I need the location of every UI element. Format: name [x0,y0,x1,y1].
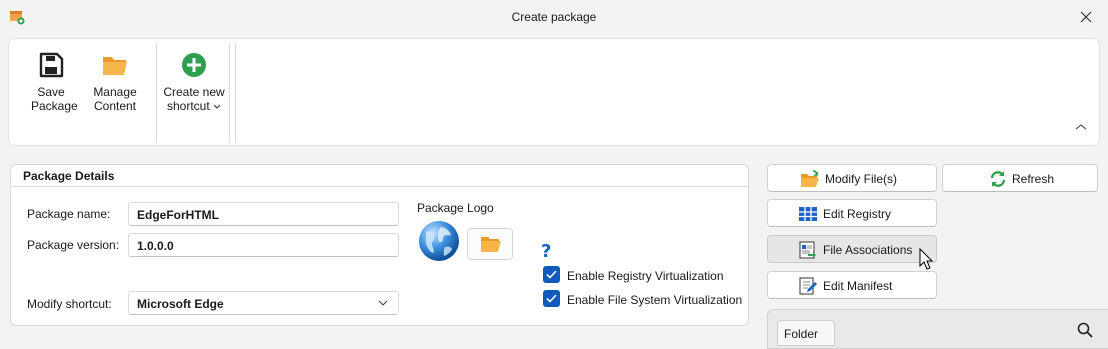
chevron-down-icon [213,104,221,109]
edit-registry-button[interactable]: Edit Registry [767,199,937,227]
save-icon [39,52,64,78]
create-shortcut-button[interactable]: Create new shortcut [161,47,227,113]
manage-label-1: Manage [93,85,137,99]
filesystem-virtualization-label: Enable File System Virtualization [567,293,743,307]
ribbon: Save Package Manage Content Create new s… [8,38,1100,146]
browse-logo-button[interactable] [467,228,513,260]
file-association-icon [799,241,816,259]
edit-manifest-label: Edit Manifest [823,279,893,293]
registry-virtualization-label: Enable Registry Virtualization [567,269,724,283]
package-name-input[interactable]: EdgeForHTML [128,202,399,226]
group-header: Package Details [11,165,748,187]
package-version-label: Package version: [27,238,120,252]
edit-document-icon [799,277,817,295]
ribbon-separator [156,43,157,143]
manage-content-button[interactable]: Manage Content [91,47,139,113]
edit-registry-label: Edit Registry [823,207,892,221]
checkmark-icon [546,270,557,279]
selected-shortcut: Microsoft Edge [137,297,224,311]
save-label-1: Save [37,85,65,99]
edit-manifest-button[interactable]: Edit Manifest [767,271,937,299]
package-logo-label: Package Logo [417,201,494,215]
ribbon-separator [235,43,236,143]
save-label-2: Package [31,99,78,113]
refresh-button[interactable]: Refresh [942,164,1098,192]
registry-grid-icon [799,207,817,221]
save-package-button[interactable]: Save Package [31,47,78,113]
modify-files-button[interactable]: Modify File(s) [767,164,937,192]
modify-files-label: Modify File(s) [825,172,898,186]
globe-logo-icon [419,221,459,261]
refresh-label: Refresh [1012,172,1055,186]
files-panel: Folder [767,309,1108,349]
modify-shortcut-select[interactable]: Microsoft Edge [128,291,399,315]
manage-label-2: Content [93,99,137,113]
search-icon[interactable] [1077,322,1093,338]
registry-virtualization-checkbox[interactable] [543,266,560,283]
folder-tab[interactable]: Folder [777,320,835,346]
package-version-input[interactable]: 1.0.0.0 [128,233,399,257]
shortcut-label-2: shortcut [161,99,227,113]
filesystem-virtualization-checkbox[interactable] [543,290,560,307]
help-icon[interactable]: ? [541,241,551,262]
folder-refresh-icon [801,170,819,187]
file-associations-button[interactable]: File Associations [767,235,937,263]
chevron-down-icon [378,300,388,306]
refresh-icon [990,171,1006,187]
checkmark-icon [546,294,557,303]
package-name-label: Package name: [27,207,111,221]
add-circle-icon [182,53,206,77]
modify-shortcut-label: Modify shortcut: [27,297,112,311]
ribbon-separator [229,43,230,143]
shortcut-label-1: Create new [163,85,225,99]
folder-open-icon [481,237,501,252]
folder-open-icon [103,57,127,75]
window-title: Create package [511,10,597,24]
close-icon[interactable] [1078,9,1094,25]
title-bar: Create package [0,0,1108,34]
collapse-ribbon-icon[interactable] [1075,123,1087,131]
file-associations-label: File Associations [823,243,913,257]
